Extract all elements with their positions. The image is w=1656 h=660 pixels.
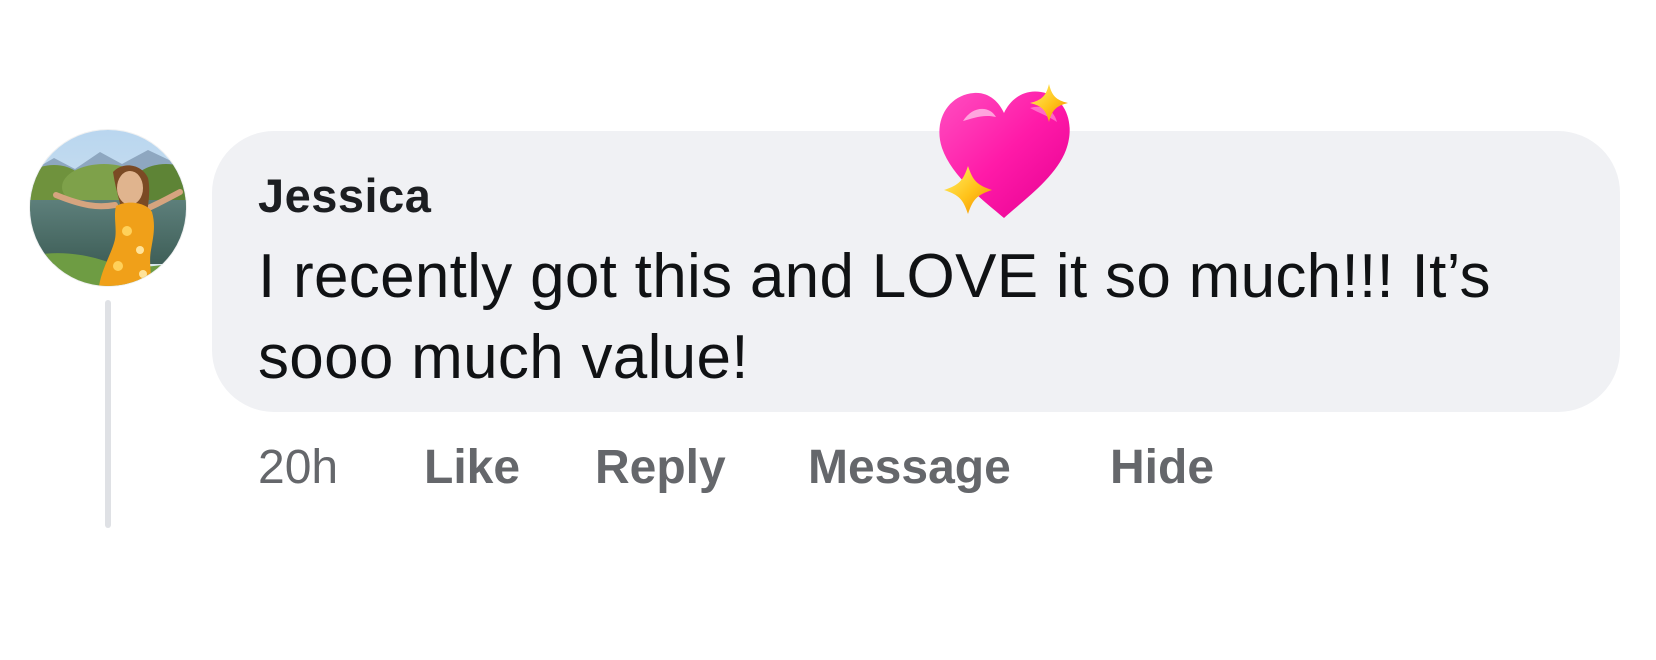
sparkling-heart-icon bbox=[928, 78, 1080, 232]
message-button[interactable]: Message bbox=[808, 438, 1011, 498]
profile-photo bbox=[30, 130, 186, 286]
comment-text: I recently got this and LOVE it so much!… bbox=[258, 242, 1491, 392]
reply-button[interactable]: Reply bbox=[595, 438, 726, 498]
comment-timestamp: 20h bbox=[258, 441, 339, 494]
reply-thread-line bbox=[105, 300, 111, 528]
avatar[interactable] bbox=[30, 130, 186, 286]
sparkling-heart-graphic bbox=[939, 84, 1070, 218]
comment-author[interactable]: Jessica bbox=[258, 168, 431, 223]
hide-button[interactable]: Hide bbox=[1110, 438, 1214, 498]
like-button[interactable]: Like bbox=[424, 438, 520, 498]
comment: Jessica I recently got this and LOVE it … bbox=[0, 0, 1656, 660]
